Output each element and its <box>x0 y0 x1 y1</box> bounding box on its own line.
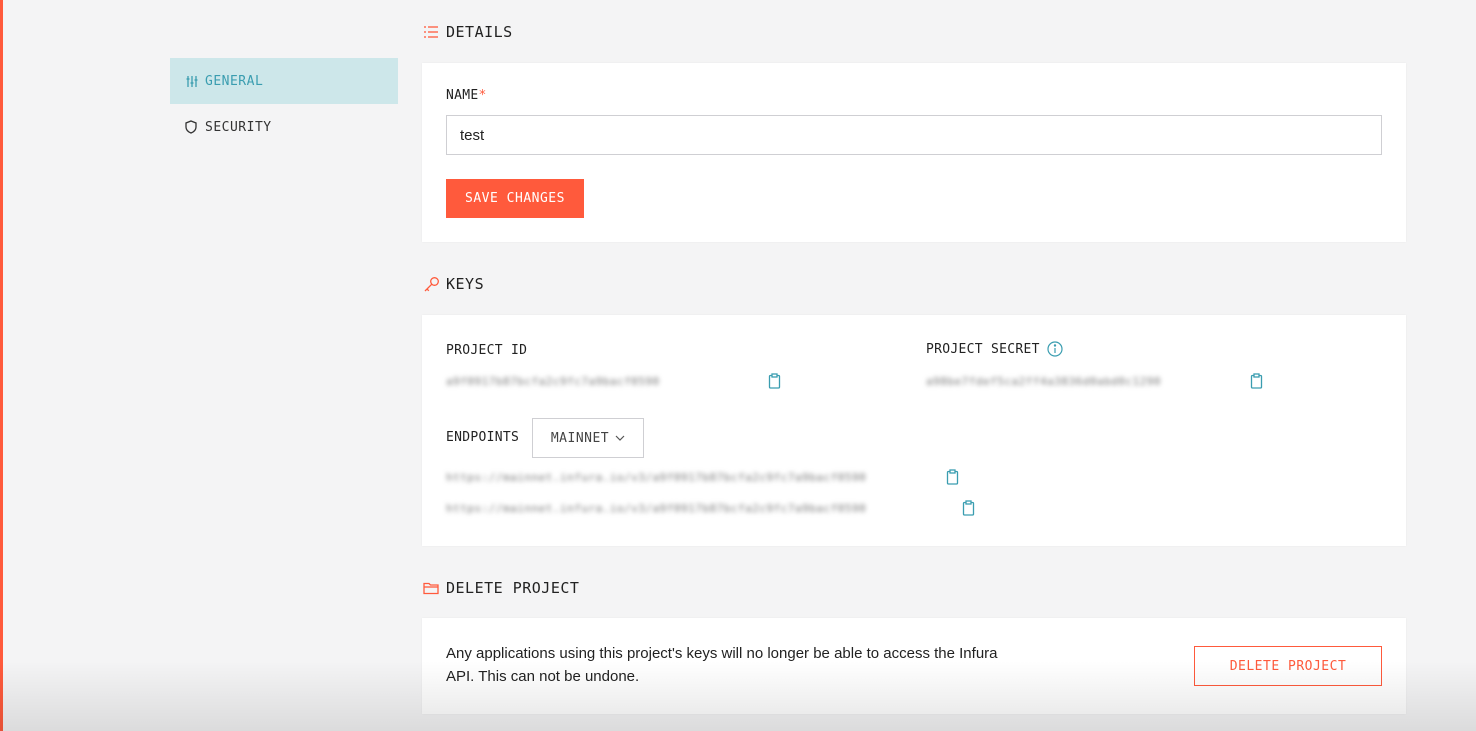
project-secret-row: a98be7fdef5ca2ff4a3836d0abd0c1290 <box>926 373 1264 389</box>
keys-heading: KEYS <box>422 275 484 293</box>
endpoints-label: ENDPOINTS <box>446 430 520 445</box>
sidebar-item-label: SECURITY <box>205 119 272 135</box>
keys-card: PROJECT ID a9f0917b87bcfa2c9fc7a9bacf059… <box>422 315 1406 546</box>
sidebar-item-label: GENERAL <box>205 73 264 89</box>
delete-project-heading: DELETE PROJECT <box>422 579 579 597</box>
copy-endpoint-icon[interactable] <box>962 500 976 516</box>
shield-icon <box>183 119 199 135</box>
copy-endpoint-icon[interactable] <box>946 469 960 485</box>
sidebar-item-general[interactable]: GENERAL <box>170 58 398 104</box>
section-title: DETAILS <box>446 23 513 41</box>
info-icon[interactable] <box>1047 341 1063 357</box>
name-input[interactable] <box>446 115 1382 155</box>
project-secret-value: a98be7fdef5ca2ff4a3836d0abd0c1290 <box>926 374 1162 388</box>
name-label-text: NAME <box>446 88 479 103</box>
sidebar-item-security[interactable]: SECURITY <box>170 104 398 150</box>
project-id-row: a9f0917b87bcfa2c9fc7a9bacf0590 <box>446 373 782 389</box>
endpoint-url: https://mainnet.infura.io/v3/a9f0917b87b… <box>446 470 867 484</box>
required-mark: * <box>478 88 487 103</box>
save-changes-button[interactable]: SAVE CHANGES <box>446 179 584 218</box>
accent-edge <box>0 0 3 731</box>
network-select-value: MAINNET <box>550 430 610 446</box>
section-title: DELETE PROJECT <box>446 579 580 597</box>
delete-project-button[interactable]: DELETE PROJECT <box>1194 646 1382 686</box>
endpoint-row: https://mainnet.infura.io/v3/a9f0917b87b… <box>446 469 960 485</box>
details-heading: DETAILS <box>422 23 513 41</box>
project-id-value: a9f0917b87bcfa2c9fc7a9bacf0590 <box>446 374 660 388</box>
delete-project-card: Any applications using this project's ke… <box>422 618 1406 714</box>
chevron-down-icon <box>615 435 625 441</box>
endpoint-url: https://mainnet.infura.io/v3/a9f0917b87b… <box>446 501 867 515</box>
name-label: NAME* <box>446 88 487 103</box>
details-card: NAME* SAVE CHANGES <box>422 63 1406 242</box>
folder-icon <box>422 579 440 597</box>
copy-project-id-icon[interactable] <box>768 373 782 389</box>
settings-sidebar: GENERAL SECURITY <box>170 58 398 150</box>
sliders-icon <box>183 73 199 89</box>
delete-warning-text: Any applications using this project's ke… <box>446 645 998 685</box>
key-icon <box>422 275 440 293</box>
network-select[interactable]: MAINNET <box>532 418 644 458</box>
project-id-label: PROJECT ID <box>446 343 528 358</box>
project-secret-label: PROJECT SECRET <box>926 341 1040 357</box>
project-secret-label-row: PROJECT SECRET <box>926 341 1063 357</box>
list-icon <box>422 23 440 41</box>
section-title: KEYS <box>446 275 485 293</box>
endpoint-row: https://mainnet.infura.io/v3/a9f0917b87b… <box>446 500 976 516</box>
copy-project-secret-icon[interactable] <box>1250 373 1264 389</box>
